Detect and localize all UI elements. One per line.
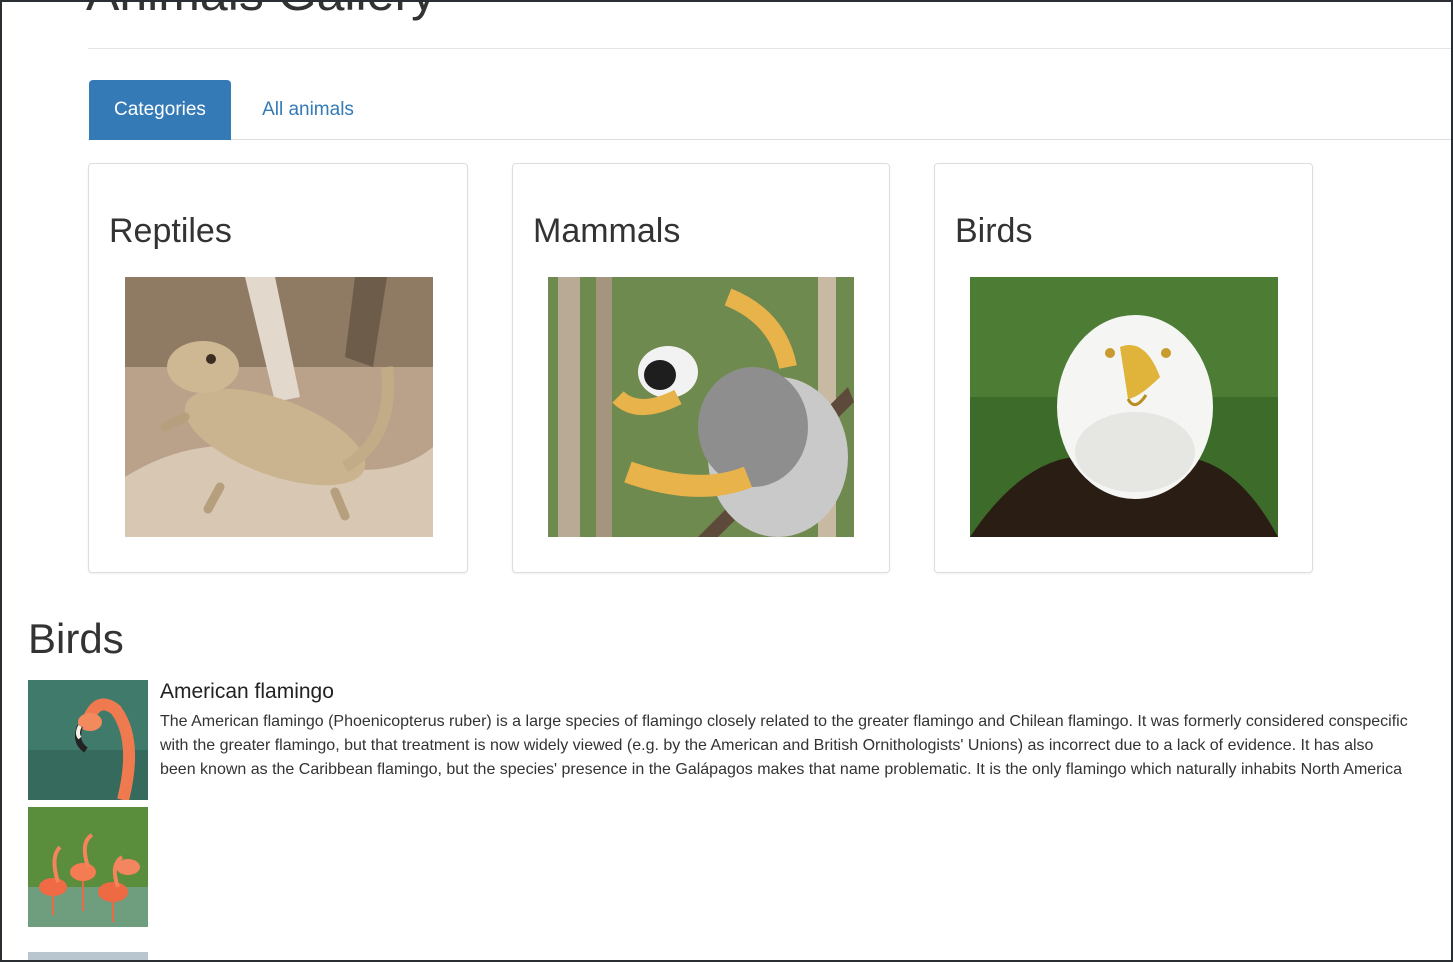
category-card-reptiles[interactable]: Reptiles	[88, 163, 468, 573]
category-card-mammals[interactable]: Mammals	[512, 163, 890, 573]
category-title: Reptiles	[109, 212, 232, 250]
bearded-dragon-photo	[125, 277, 433, 537]
category-title: Mammals	[533, 212, 681, 250]
title-divider	[88, 48, 1451, 49]
flamingo-head-photo	[28, 680, 148, 800]
category-image[interactable]	[125, 277, 433, 537]
app-window: Animals Gallery Categories All animals R…	[0, 0, 1453, 962]
animal-thumbnail[interactable]	[28, 680, 148, 800]
category-title: Birds	[955, 212, 1033, 250]
lemur-photo	[548, 277, 854, 537]
category-image[interactable]	[548, 277, 854, 537]
animal-thumbnail[interactable]	[28, 807, 148, 927]
animal-name[interactable]: American flamingo	[160, 680, 334, 704]
bald-eagle-photo	[970, 277, 1278, 537]
tab-all-animals[interactable]: All animals	[248, 80, 368, 140]
tab-bar: Categories All animals	[88, 80, 1451, 140]
flamingo-flock-photo	[28, 807, 148, 927]
section-heading: Birds	[28, 615, 124, 662]
page-title: Animals Gallery	[86, 2, 436, 22]
tab-categories[interactable]: Categories	[89, 80, 231, 140]
animal-description: The American flamingo (Phoenicopterus ru…	[160, 713, 1408, 778]
animal-thumbnail[interactable]	[28, 952, 148, 960]
category-card-birds[interactable]: Birds	[934, 163, 1313, 573]
category-image[interactable]	[970, 277, 1278, 537]
